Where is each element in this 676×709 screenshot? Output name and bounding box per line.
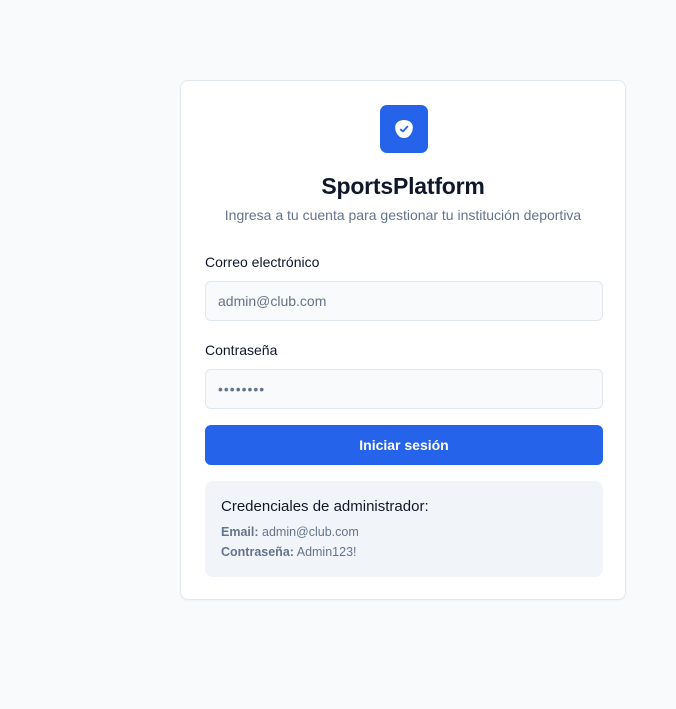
credentials-title: Credenciales de administrador:: [221, 498, 429, 515]
app-logo: [380, 105, 428, 153]
medal-icon: [394, 119, 414, 139]
login-button[interactable]: Iniciar sesión: [205, 425, 603, 465]
credentials-email-line: Email: admin@club.com: [221, 525, 359, 539]
credentials-email-key: Email:: [221, 525, 259, 539]
admin-credentials-box: Credenciales de administrador: Email: ad…: [205, 481, 603, 577]
credentials-password-line: Contraseña: Admin123!: [221, 545, 357, 559]
credentials-password-value: Admin123!: [296, 545, 357, 559]
page-subtitle: Ingresa a tu cuenta para gestionar tu in…: [224, 207, 582, 223]
password-field[interactable]: [205, 369, 603, 409]
page-title: SportsPlatform: [321, 173, 485, 199]
email-label: Correo electrónico: [205, 254, 320, 270]
credentials-password-key: Contraseña:: [221, 545, 294, 559]
login-card: SportsPlatform Ingresa a tu cuenta para …: [180, 80, 626, 600]
password-label: Contraseña: [205, 342, 278, 358]
credentials-email-value: admin@club.com: [262, 525, 359, 539]
email-field[interactable]: [205, 281, 603, 321]
